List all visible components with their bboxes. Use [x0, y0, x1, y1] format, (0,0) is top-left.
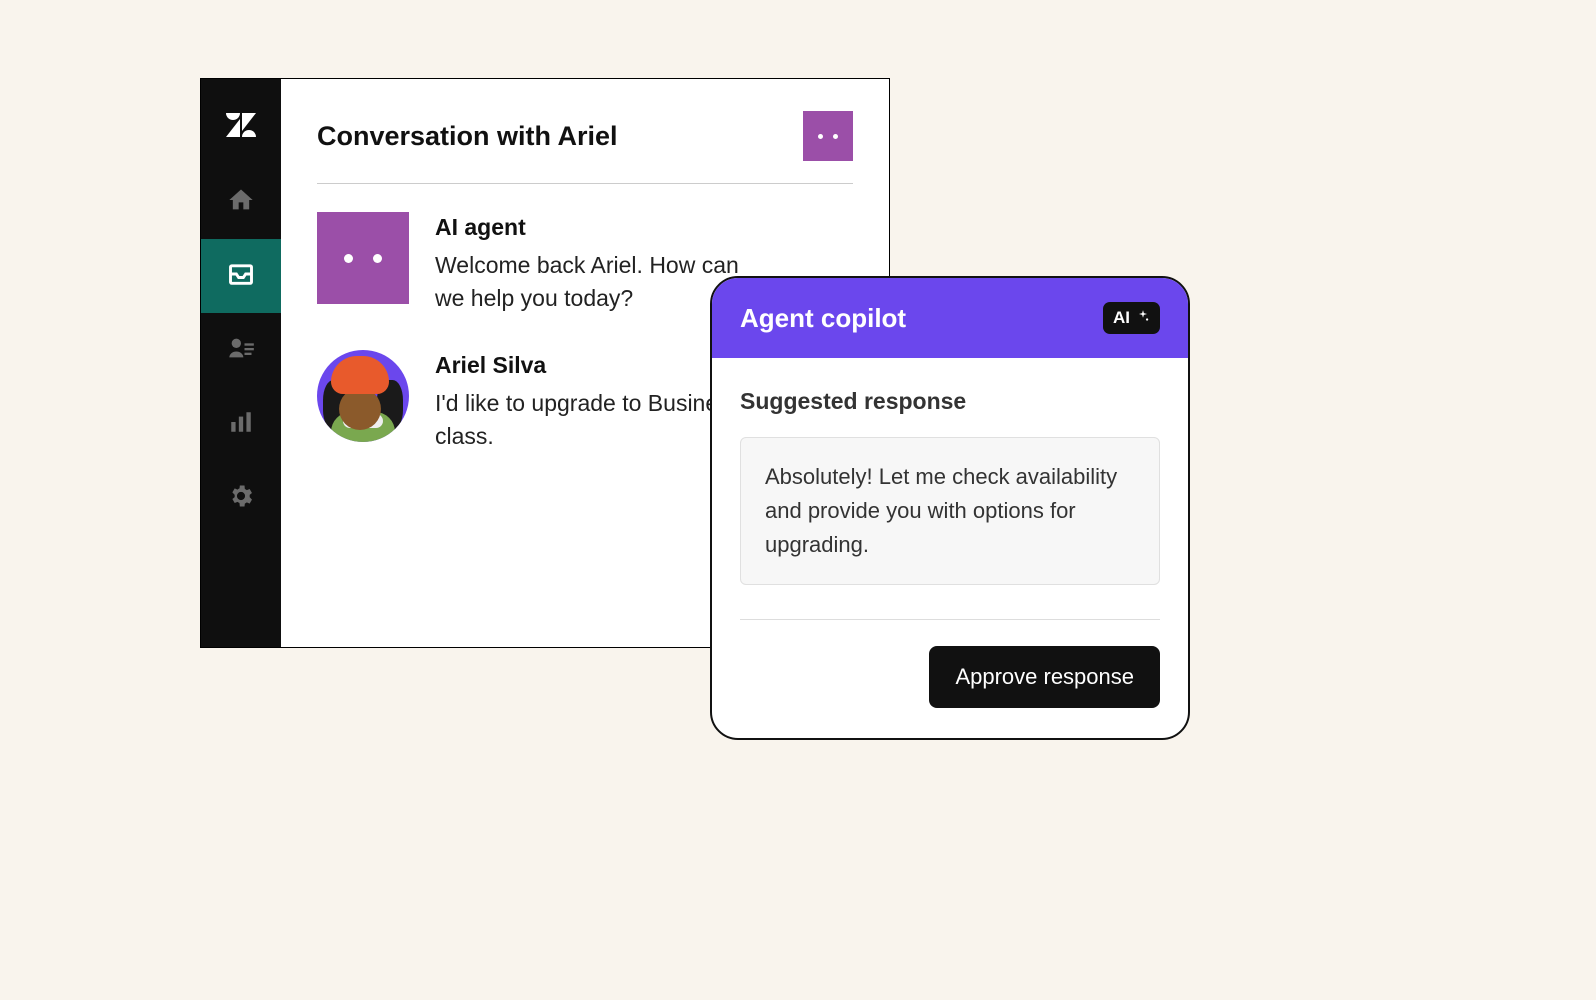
conversation-title: Conversation with Ariel: [317, 121, 618, 152]
agent-copilot-panel: Agent copilot AI Suggested response Abso…: [710, 276, 1190, 740]
sidebar-item-customers[interactable]: [201, 313, 281, 387]
copilot-body: Suggested response Absolutely! Let me ch…: [712, 358, 1188, 620]
zendesk-logo-icon: [226, 113, 256, 142]
customers-icon: [227, 334, 255, 367]
bar-chart-icon: [228, 409, 254, 440]
ai-agent-avatar: [317, 212, 409, 304]
conversation-header: Conversation with Ariel: [317, 111, 853, 184]
ai-badge: AI: [1103, 302, 1160, 334]
copilot-title: Agent copilot: [740, 303, 906, 334]
sidebar-item-home[interactable]: [201, 165, 281, 239]
suggested-response-text: Absolutely! Let me check availability an…: [740, 437, 1160, 585]
message-sender: AI agent: [435, 214, 745, 241]
ai-badge-text: AI: [1113, 308, 1130, 328]
user-avatar: [317, 350, 409, 442]
message-sender: Ariel Silva: [435, 352, 745, 379]
suggested-response-label: Suggested response: [740, 388, 1160, 415]
inbox-icon: [227, 260, 255, 293]
home-icon: [227, 186, 255, 219]
gear-icon: [227, 482, 255, 515]
sparkle-icon: [1136, 308, 1150, 328]
dot-icon: [373, 254, 382, 263]
dot-icon: [833, 134, 838, 139]
sidebar-item-tickets[interactable]: [201, 239, 281, 313]
sidebar-item-reports[interactable]: [201, 387, 281, 461]
sidebar-item-settings[interactable]: [201, 461, 281, 535]
ai-agent-badge-small[interactable]: [803, 111, 853, 161]
dot-icon: [818, 134, 823, 139]
message-text: I'd like to upgrade to Business class.: [435, 387, 745, 454]
sidebar-logo[interactable]: [201, 97, 281, 157]
copilot-header: Agent copilot AI: [712, 278, 1188, 358]
sidebar: [201, 79, 281, 647]
copilot-footer: Approve response: [712, 620, 1188, 738]
message-text: Welcome back Ariel. How can we help you …: [435, 249, 745, 316]
approve-response-button[interactable]: Approve response: [929, 646, 1160, 708]
dot-icon: [344, 254, 353, 263]
